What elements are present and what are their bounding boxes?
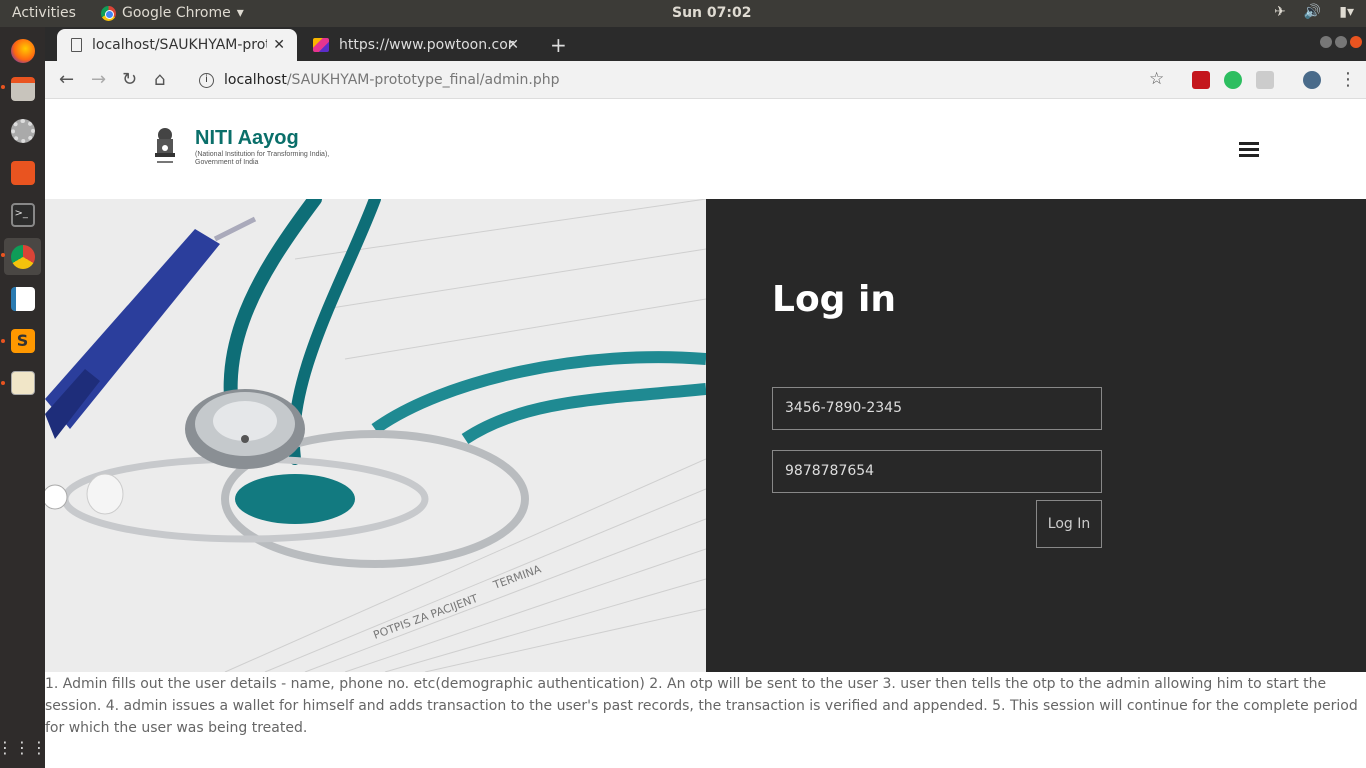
launcher: >_ S ⋮⋮⋮ (0, 27, 47, 768)
system-top-bar: Activities Google Chrome ▾ Sun 07:02 ✈ 🔊… (0, 0, 1366, 27)
launcher-files[interactable] (4, 70, 41, 107)
airplane-icon[interactable]: ✈ (1274, 4, 1286, 20)
menu-dots-icon[interactable]: ⋮ (1339, 69, 1357, 90)
hamburger-menu-icon[interactable] (1239, 142, 1259, 157)
powtoon-icon (313, 38, 329, 52)
login-heading: Log in (772, 279, 896, 320)
tab-title: https://www.powtoon.com (339, 37, 514, 53)
brand-subtitle: (National Institution for Transforming I… (195, 151, 365, 167)
stethoscope-photo: POTPIS ZA PACIJENT TERMINA (45, 199, 706, 672)
login-button[interactable]: Log In (1036, 500, 1102, 548)
system-tray[interactable]: ✈ 🔊 ▮▾ (1274, 4, 1354, 20)
window-controls (1320, 36, 1362, 48)
activities-button[interactable]: Activities (12, 5, 76, 21)
info-icon[interactable]: i (199, 72, 214, 88)
address-bar[interactable]: i localhost /SAUKHYAM-prototype_final/ad… (185, 66, 1185, 94)
launcher-editor[interactable] (4, 364, 41, 401)
url-host: localhost (224, 72, 287, 88)
maximize-button[interactable] (1335, 36, 1347, 48)
back-button[interactable]: ← (59, 69, 74, 90)
running-indicator (1, 339, 5, 343)
launcher-terminal[interactable]: >_ (4, 196, 41, 233)
evernote-extension-icon[interactable] (1224, 71, 1242, 89)
launcher-software[interactable] (4, 154, 41, 191)
tab-strip: localhost/SAUKHYAM-prototype_final/admin… (45, 27, 1366, 61)
tab-powtoon[interactable]: https://www.powtoon.com ✕ (299, 29, 531, 61)
running-indicator (1, 381, 5, 385)
profile-avatar[interactable] (1303, 71, 1321, 89)
emblem-logo (155, 128, 175, 163)
chevron-down-icon: ▾ (236, 5, 244, 21)
close-icon[interactable]: ✕ (273, 37, 285, 53)
launcher-sublime[interactable]: S (4, 322, 41, 359)
reload-button[interactable]: ↻ (122, 69, 137, 90)
launcher-writer[interactable] (4, 280, 41, 317)
volume-icon[interactable]: 🔊 (1304, 4, 1321, 20)
tab-admin[interactable]: localhost/SAUKHYAM-prototype_final/admin… (57, 29, 297, 61)
app-menu-label: Google Chrome (122, 5, 231, 21)
gmail-extension-icon[interactable] (1192, 71, 1210, 89)
brand-title[interactable]: NITI Aayog (195, 127, 299, 150)
brand-subtitle-line: Government of India (195, 159, 259, 166)
browser-toolbar: ← → ↻ ⌂ i localhost /SAUKHYAM-prototype_… (45, 61, 1366, 99)
sublime-icon: S (10, 328, 35, 353)
site-header: NITI Aayog (National Institution for Tra… (45, 99, 1366, 199)
user-id-input[interactable]: 3456-7890-2345 (772, 387, 1102, 430)
grid-icon: ⋮⋮⋮ (0, 738, 48, 757)
battery-icon[interactable]: ▮▾ (1339, 4, 1354, 20)
software-center-icon (10, 160, 35, 185)
process-description: 1. Admin fills out the user details - na… (45, 676, 1358, 736)
app-menu[interactable]: Google Chrome ▾ (101, 5, 244, 21)
close-window-button[interactable] (1350, 36, 1362, 48)
minimize-button[interactable] (1320, 36, 1332, 48)
web-page: NITI Aayog (National Institution for Tra… (45, 99, 1366, 768)
close-icon[interactable]: ✕ (507, 37, 519, 53)
terminal-icon: >_ (10, 202, 35, 227)
phone-input[interactable]: 9878787654 (772, 450, 1102, 493)
launcher-chrome[interactable] (4, 238, 41, 275)
tab-title: localhost/SAUKHYAM-prototype_final/admin… (92, 37, 267, 53)
new-tab-button[interactable]: + (550, 33, 567, 57)
launcher-firefox[interactable] (4, 32, 41, 69)
document-icon (10, 286, 35, 311)
extension-icon[interactable] (1256, 71, 1274, 89)
gear-icon (10, 118, 35, 143)
url-path: /SAUKHYAM-prototype_final/admin.php (286, 72, 560, 88)
forward-button[interactable]: → (91, 69, 106, 90)
running-indicator (1, 253, 5, 257)
page-icon (71, 38, 82, 52)
chrome-icon (10, 244, 35, 269)
file-manager-icon (10, 76, 35, 101)
text-editor-icon (10, 370, 35, 395)
clock[interactable]: Sun 07:02 (672, 5, 751, 21)
show-apps-button[interactable]: ⋮⋮⋮ (0, 729, 47, 766)
firefox-icon (10, 38, 35, 63)
home-button[interactable]: ⌂ (154, 69, 165, 90)
chrome-icon (101, 5, 116, 21)
bookmark-star-icon[interactable]: ☆ (1149, 69, 1164, 89)
brand-subtitle-line: (National Institution for Transforming I… (195, 151, 330, 158)
launcher-settings[interactable] (4, 112, 41, 149)
login-panel: Log in 3456-7890-2345 9878787654 Log In (706, 199, 1366, 672)
